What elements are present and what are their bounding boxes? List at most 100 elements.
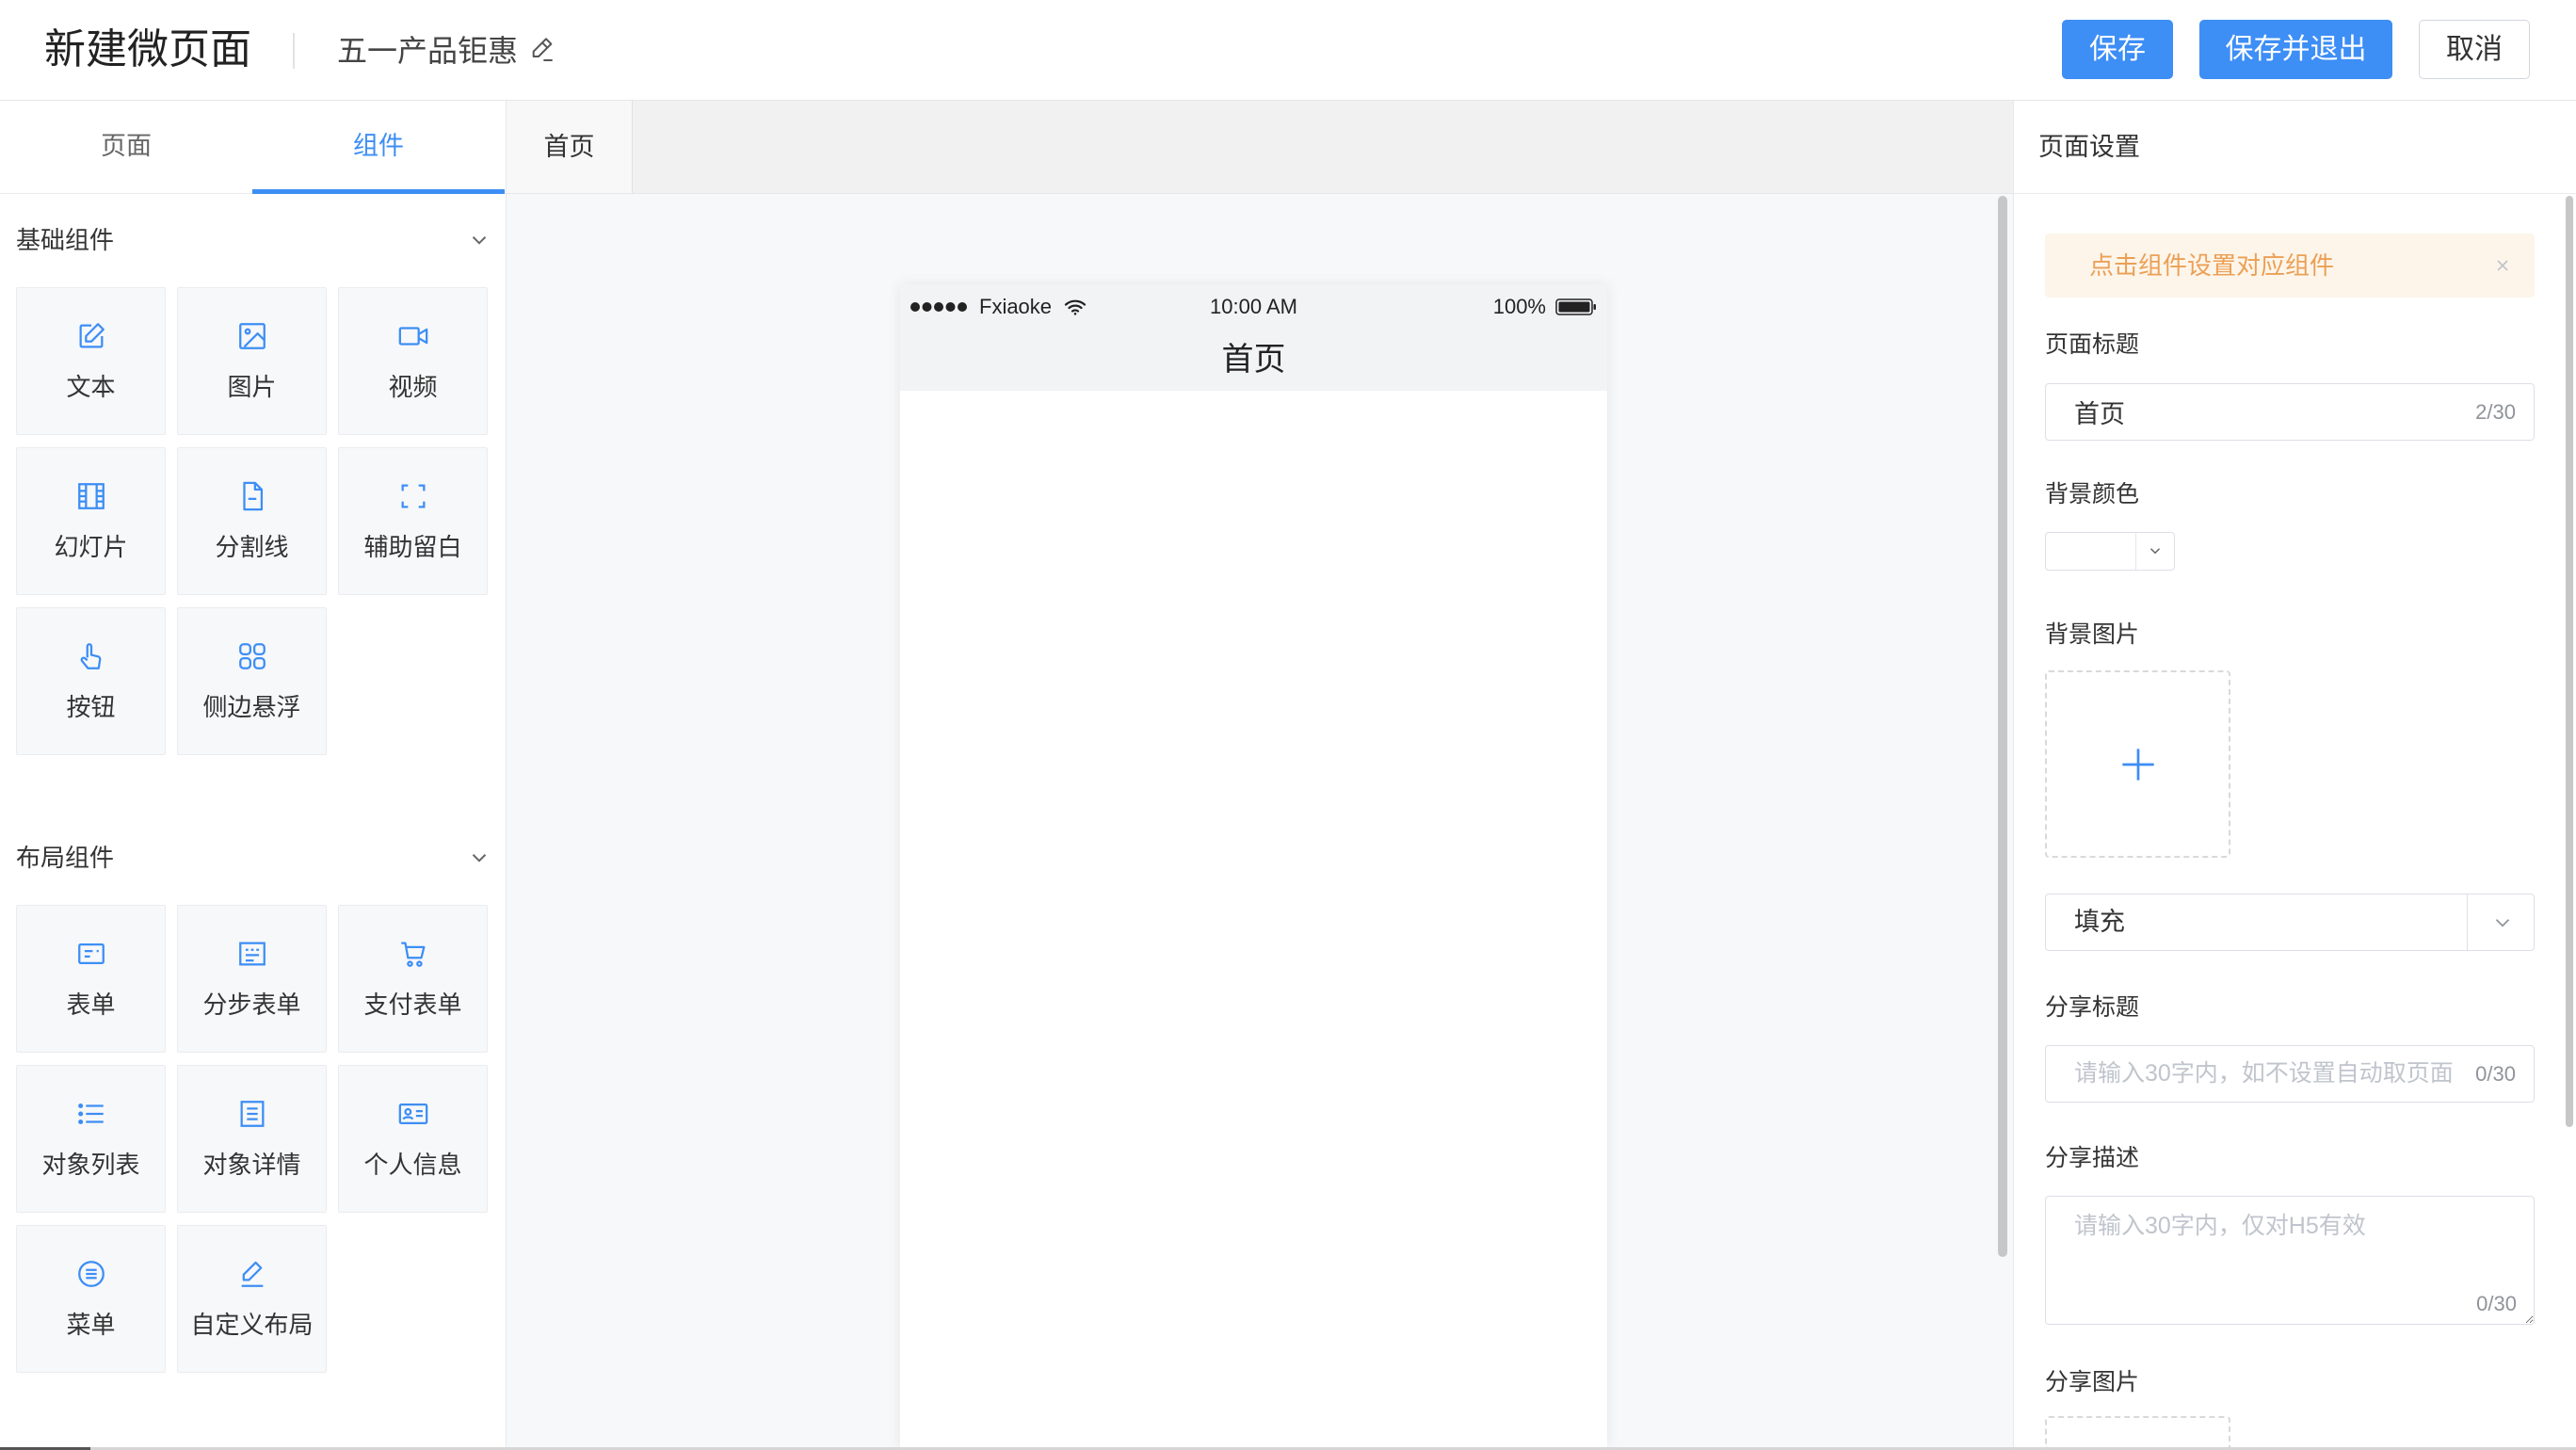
char-counter: 0/30 xyxy=(2476,1292,2517,1315)
share-title-field: 0/30 xyxy=(2045,1045,2535,1103)
float-grid-icon xyxy=(239,643,266,669)
component-pay-form[interactable]: 支付表单 xyxy=(338,905,488,1053)
component-label: 支付表单 xyxy=(363,991,462,1019)
share-title-input[interactable] xyxy=(2046,1046,2468,1102)
component-label: 文本 xyxy=(66,373,116,401)
basic-components-grid: 文本 图片 视频 幻灯片 分割线 辅助留白 按钮 侧边悬浮 xyxy=(16,287,488,755)
menu-icon xyxy=(78,1261,105,1287)
component-spacing[interactable]: 辅助留白 xyxy=(338,447,488,595)
color-dropdown-toggle[interactable] xyxy=(2135,533,2174,570)
step-form-icon xyxy=(239,942,266,966)
component-object-list[interactable]: 对象列表 xyxy=(16,1065,166,1213)
page-tabs: 首页 xyxy=(507,101,2013,194)
divider-icon xyxy=(243,481,264,511)
share-desc-label: 分享描述 xyxy=(2045,1145,2140,1171)
component-label: 对象列表 xyxy=(41,1151,140,1179)
form-icon xyxy=(78,942,105,965)
component-label: 表单 xyxy=(66,991,116,1019)
component-label: 辅助留白 xyxy=(363,533,462,561)
component-label: 菜单 xyxy=(66,1311,116,1339)
component-label: 视频 xyxy=(388,373,438,401)
preview-canvas: 首页 Fxiaoke 10:00 AM 100% 首页 xyxy=(507,101,2013,1447)
save-button[interactable]: 保存 xyxy=(2062,20,2173,79)
page-title-field: 2/30 xyxy=(2045,383,2535,441)
settings-scrollbar[interactable] xyxy=(2566,196,2573,1127)
component-menu[interactable]: 菜单 xyxy=(16,1225,166,1373)
component-form[interactable]: 表单 xyxy=(16,905,166,1053)
image-icon xyxy=(239,323,266,349)
chevron-down-icon xyxy=(2149,548,2161,555)
select-divider xyxy=(2467,894,2468,950)
component-personal-info[interactable]: 个人信息 xyxy=(338,1065,488,1213)
component-button[interactable]: 按钮 xyxy=(16,607,166,755)
micro-page-name[interactable]: 五一产品钜惠 xyxy=(337,32,518,70)
share-desc-field: 0/30 xyxy=(2045,1196,2535,1325)
component-label: 按钮 xyxy=(66,693,116,721)
chevron-down-icon[interactable] xyxy=(467,846,491,870)
char-counter: 2/30 xyxy=(2475,400,2516,424)
list-icon xyxy=(78,1103,104,1125)
top-header: 新建微页面 五一产品钜惠 保存 保存并退出 取消 xyxy=(0,0,2576,101)
bg-image-label: 背景图片 xyxy=(2045,621,2140,648)
component-video[interactable]: 视频 xyxy=(338,287,488,435)
component-label: 个人信息 xyxy=(363,1151,462,1179)
tab-home-page[interactable]: 首页 xyxy=(507,101,633,193)
bg-color-label: 背景颜色 xyxy=(2045,481,2140,508)
section-title-layout[interactable]: 布局组件 xyxy=(16,844,114,872)
share-image-upload[interactable] xyxy=(2045,1416,2230,1447)
tab-page[interactable]: 页面 xyxy=(0,101,252,193)
settings-title: 页面设置 xyxy=(2038,133,2140,161)
plus-icon xyxy=(2122,749,2154,781)
component-panel: 页面 组件 基础组件 文本 图片 视频 幻灯片 分割线 辅助留白 按钮 侧边悬浮… xyxy=(0,101,507,1447)
close-icon[interactable] xyxy=(2493,256,2512,275)
chevron-down-icon[interactable] xyxy=(2490,910,2515,935)
component-step-form[interactable]: 分步表单 xyxy=(177,905,327,1053)
share-desc-textarea[interactable] xyxy=(2045,1196,2535,1325)
fill-mode-select[interactable]: 填充 xyxy=(2045,894,2535,951)
component-label: 图片 xyxy=(227,373,277,401)
color-swatch xyxy=(2049,536,2132,567)
edit-icon[interactable] xyxy=(527,34,557,64)
phone-status-bar: Fxiaoke 10:00 AM 100% xyxy=(900,284,1607,329)
component-side-float[interactable]: 侧边悬浮 xyxy=(177,607,327,755)
cart-icon xyxy=(401,942,426,967)
left-tabs: 页面 组件 xyxy=(0,101,506,194)
page-title: 新建微页面 xyxy=(44,26,251,72)
component-label: 幻灯片 xyxy=(54,533,128,561)
detail-icon xyxy=(240,1101,265,1127)
component-label: 分割线 xyxy=(215,533,289,561)
page-title-input[interactable] xyxy=(2046,384,2466,440)
bg-color-picker[interactable] xyxy=(2045,532,2175,571)
slides-icon xyxy=(78,483,105,509)
component-slides[interactable]: 幻灯片 xyxy=(16,447,166,595)
bg-image-upload[interactable] xyxy=(2045,670,2230,858)
text-edit-icon xyxy=(79,323,105,348)
page-title-label: 页面标题 xyxy=(2045,331,2140,358)
video-icon xyxy=(398,327,428,346)
cancel-button[interactable]: 取消 xyxy=(2419,20,2530,79)
battery-icon xyxy=(1555,298,1596,315)
chevron-down-icon[interactable] xyxy=(467,228,491,252)
component-divider[interactable]: 分割线 xyxy=(177,447,327,595)
fill-mode-value: 填充 xyxy=(2074,908,2125,936)
component-label: 自定义布局 xyxy=(190,1311,314,1339)
component-custom-layout[interactable]: 自定义布局 xyxy=(177,1225,327,1373)
component-image[interactable]: 图片 xyxy=(177,287,327,435)
id-card-icon xyxy=(398,1103,428,1125)
section-title-basic[interactable]: 基础组件 xyxy=(16,226,114,254)
tab-components[interactable]: 组件 xyxy=(252,101,505,194)
canvas-scrollbar[interactable] xyxy=(1998,196,2007,1257)
component-object-detail[interactable]: 对象详情 xyxy=(177,1065,327,1213)
component-label: 对象详情 xyxy=(202,1151,301,1179)
info-alert: 点击组件设置对应组件 xyxy=(2045,234,2535,298)
phone-preview[interactable]: Fxiaoke 10:00 AM 100% 首页 xyxy=(900,284,1607,1447)
alert-text: 点击组件设置对应组件 xyxy=(2089,251,2335,280)
component-text[interactable]: 文本 xyxy=(16,287,166,435)
page-settings-panel: 页面设置 点击组件设置对应组件 页面标题 2/30 背景颜色 背景图片 填充 分… xyxy=(2013,101,2576,1447)
phone-nav-title: 首页 xyxy=(900,329,1607,391)
custom-layout-icon xyxy=(241,1261,264,1287)
save-and-exit-button[interactable]: 保存并退出 xyxy=(2199,20,2392,79)
spacing-icon xyxy=(401,484,426,508)
layout-components-grid: 表单 分步表单 支付表单 对象列表 对象详情 个人信息 菜单 自定义布局 xyxy=(16,905,488,1373)
component-label: 侧边悬浮 xyxy=(202,693,301,721)
